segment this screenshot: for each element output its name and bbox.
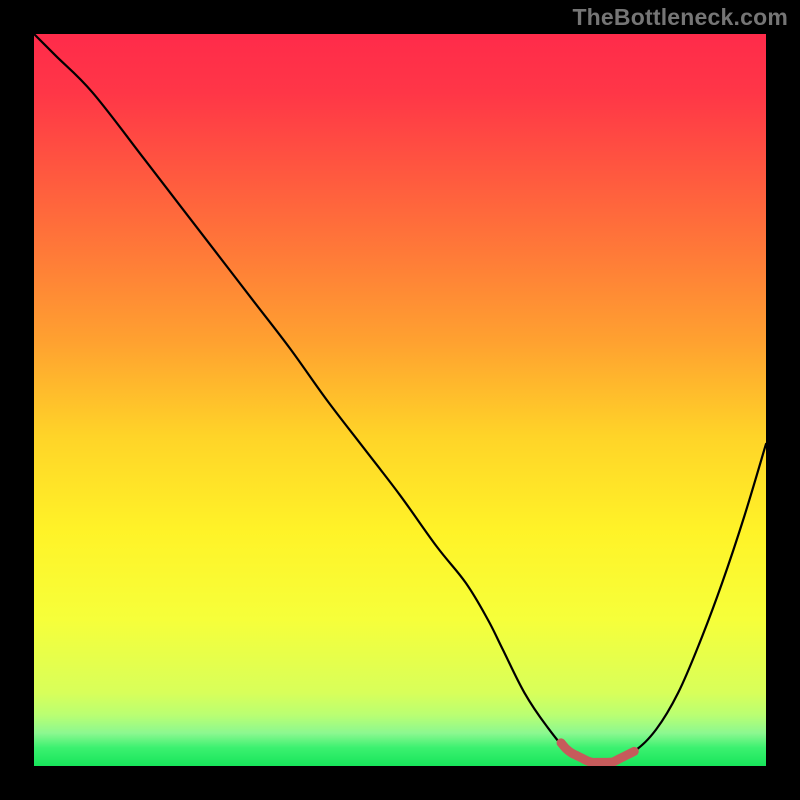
plot-area [34, 34, 766, 766]
chart-frame: TheBottleneck.com [0, 0, 800, 800]
watermark-text: TheBottleneck.com [572, 4, 788, 31]
gradient-background [34, 34, 766, 766]
chart-svg [34, 34, 766, 766]
